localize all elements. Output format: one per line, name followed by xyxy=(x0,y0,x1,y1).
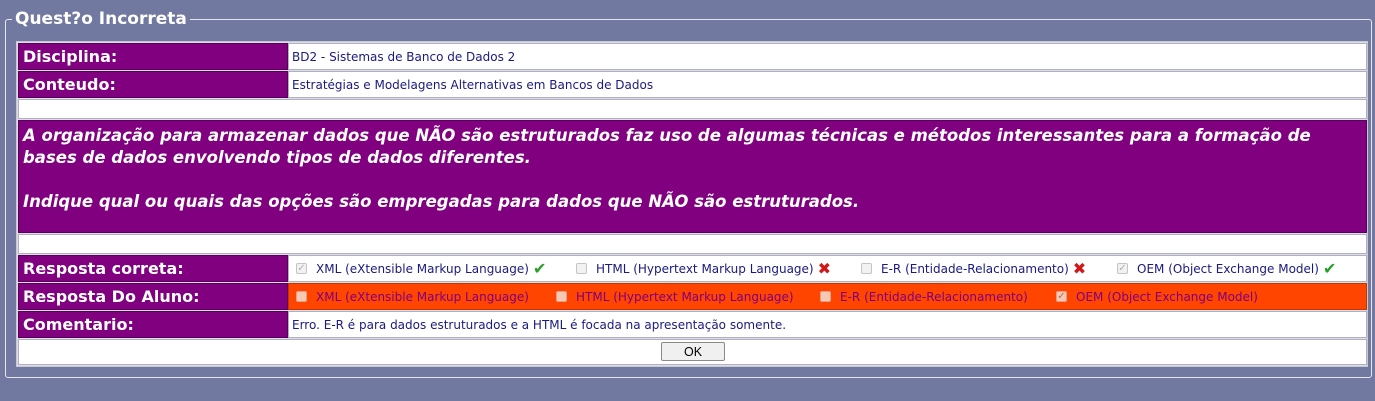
question-paragraph-1: A organização para armazenar dados que N… xyxy=(23,126,1311,167)
student-option-xml: XML (eXtensible Markup Language) xyxy=(296,284,529,309)
option-label: XML (eXtensible Markup Language) xyxy=(316,289,529,304)
student-answer-label: Resposta Do Aluno: xyxy=(18,283,288,310)
disciplina-label: Disciplina: xyxy=(18,43,288,70)
student-option-oem: ✓ OEM (Object Exchange Model) xyxy=(1056,284,1258,309)
check-icon: ✔ xyxy=(532,258,547,278)
option-label: OEM (Object Exchange Model) xyxy=(1137,261,1319,276)
option-label: OEM (Object Exchange Model) xyxy=(1076,289,1258,304)
comment-value: Erro. E-R é para dados estruturados e a … xyxy=(288,311,1367,338)
spacer-row xyxy=(18,99,1367,119)
student-answer-options: XML (eXtensible Markup Language) HTML (H… xyxy=(288,283,1367,310)
comment-label: Comentario: xyxy=(18,311,288,338)
correct-answer-options: ✓ XML (eXtensible Markup Language) ✔ HTM… xyxy=(288,255,1367,282)
checkbox: ✓ xyxy=(1117,262,1128,274)
correct-option-html: HTML (Hypertext Markup Language) ✖ xyxy=(576,256,831,281)
question-table: Disciplina: BD2 - Sistemas de Banco de D… xyxy=(16,41,1368,367)
ok-button[interactable]: OK xyxy=(661,342,725,361)
correct-option-xml: ✓ XML (eXtensible Markup Language) ✔ xyxy=(296,256,546,281)
option-label: HTML (Hypertext Markup Language) xyxy=(576,289,794,304)
question-paragraph-2: Indique qual ou quais das opções são emp… xyxy=(23,192,860,211)
correct-answer-label: Resposta correta: xyxy=(18,255,288,282)
disciplina-value: BD2 - Sistemas de Banco de Dados 2 xyxy=(288,43,1367,70)
checkbox: ✓ xyxy=(1056,290,1067,302)
checkbox: ✓ xyxy=(296,262,307,274)
student-option-html: HTML (Hypertext Markup Language) xyxy=(556,284,794,309)
student-option-er: E-R (Entidade-Relacionamento) xyxy=(820,284,1028,309)
conteudo-value: Estratégias e Modelagens Alternativas em… xyxy=(288,71,1367,98)
option-label: E-R (Entidade-Relacionamento) xyxy=(840,289,1028,304)
cross-icon: ✖ xyxy=(1072,258,1087,278)
spacer-row xyxy=(18,234,1367,254)
conteudo-label: Conteudo: xyxy=(18,71,288,98)
option-label: E-R (Entidade-Relacionamento) xyxy=(881,261,1069,276)
checkbox xyxy=(296,291,307,302)
option-label: HTML (Hypertext Markup Language) xyxy=(596,261,814,276)
button-row: OK xyxy=(18,339,1367,365)
check-icon: ✔ xyxy=(1322,258,1337,278)
correct-option-oem: ✓ OEM (Object Exchange Model) ✔ xyxy=(1117,256,1336,281)
correct-option-er: E-R (Entidade-Relacionamento) ✖ xyxy=(861,256,1086,281)
cross-icon: ✖ xyxy=(817,258,832,278)
checkbox xyxy=(576,263,587,274)
checkbox xyxy=(556,291,567,302)
option-label: XML (eXtensible Markup Language) xyxy=(316,261,529,276)
fieldset-legend: Quest?o Incorreta xyxy=(12,9,190,29)
checkbox xyxy=(820,291,831,302)
checkbox xyxy=(861,263,872,274)
question-text: A organização para armazenar dados que N… xyxy=(18,120,1367,233)
